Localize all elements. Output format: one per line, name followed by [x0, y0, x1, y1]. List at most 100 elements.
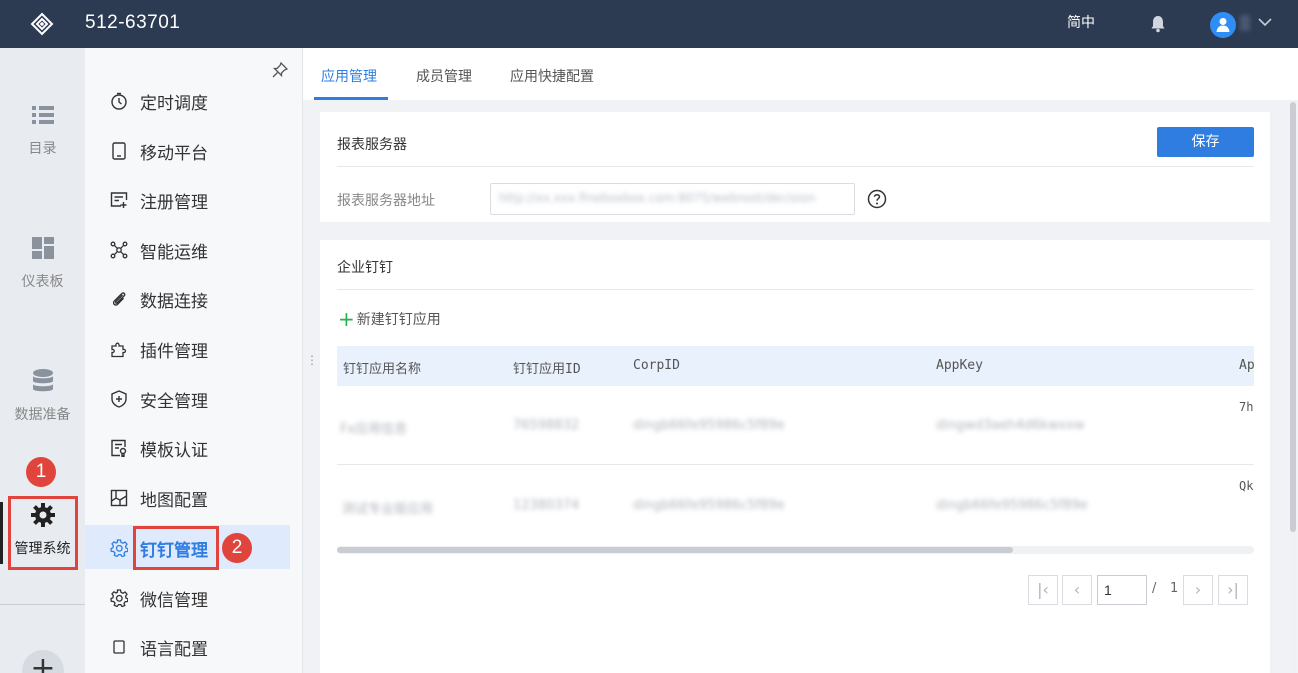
top-bar: 512-63701 简中	[0, 0, 1298, 48]
table-cell: Fx应用信息	[340, 422, 408, 437]
table-cell: 测试专业版应用	[342, 502, 434, 517]
table-cell: 12380374	[513, 498, 580, 513]
submenu-item-plugins[interactable]: 插件管理	[85, 326, 290, 370]
tab-app-shortcut-config[interactable]: 应用快捷配置	[510, 66, 594, 86]
submenu-item-schedule[interactable]: 定时调度	[85, 78, 290, 122]
rail-label-catalog: 目录	[28, 141, 57, 157]
table-cell: 7h	[1239, 400, 1254, 414]
table-cell: 76598832	[513, 418, 580, 433]
submenu-label: 模板认证	[140, 441, 208, 461]
language-switch[interactable]: 简中	[1067, 12, 1095, 32]
divider	[337, 166, 1254, 167]
submenu-item-template-cert[interactable]: 模板认证	[85, 425, 290, 469]
username-blurred	[1240, 15, 1250, 31]
register-icon	[110, 192, 128, 208]
submenu-label: 安全管理	[140, 392, 208, 412]
rail-label-data-prep: 数据准备	[14, 407, 71, 423]
tab-app-management[interactable]: 应用管理	[321, 66, 377, 86]
submenu-label: 定时调度	[140, 94, 208, 114]
timer-icon	[111, 92, 127, 110]
help-icon[interactable]	[867, 189, 887, 209]
list-icon	[31, 106, 54, 124]
logo-icon[interactable]	[30, 12, 54, 36]
active-tab-indicator	[314, 97, 388, 100]
rail-item-catalog[interactable]: 目录	[0, 102, 85, 158]
table-cell: dingwd3aeh4d6kwxxw	[936, 418, 1085, 433]
table-cell: dingb66fe95986c5f89e	[633, 498, 785, 513]
database-icon	[32, 369, 53, 392]
rail-item-data-prep[interactable]: 数据准备	[0, 368, 85, 424]
tablet-icon	[112, 142, 126, 160]
column-header: Ap	[1239, 358, 1255, 373]
table-cell: dingb66fe95986c5f89e	[633, 418, 785, 433]
submenu-item-language[interactable]: 语言配置	[85, 624, 290, 668]
column-header: 钉钉应用ID	[513, 362, 581, 377]
save-button[interactable]: 保存	[1157, 127, 1254, 157]
column-header: 钉钉应用名称	[343, 362, 422, 377]
table-cell: dingb66fe95986c5f89e	[936, 498, 1088, 513]
new-dingtalk-app-button[interactable]: + 新建钉钉应用	[338, 307, 441, 331]
network-icon	[110, 241, 128, 259]
submenu-label: 语言配置	[140, 640, 208, 660]
submenu-item-smart-ops[interactable]: 智能运维	[85, 227, 290, 271]
tab-member-management[interactable]: 成员管理	[416, 66, 472, 86]
bell-icon[interactable]	[1150, 15, 1166, 33]
annotation-box-admin	[8, 496, 78, 570]
square-icon	[113, 640, 125, 654]
vertical-scrollbar-thumb[interactable]	[1290, 102, 1296, 532]
rail-divider	[0, 604, 85, 605]
certificate-icon	[111, 439, 127, 457]
puzzle-icon	[111, 342, 127, 358]
page-separator: /	[1152, 581, 1157, 596]
prev-page-button[interactable]: ‹	[1062, 575, 1092, 605]
page-total: 1	[1170, 581, 1179, 596]
horizontal-scrollbar-thumb[interactable]	[337, 547, 1013, 553]
annotation-step-1: 1	[26, 457, 56, 487]
dashboard-icon	[31, 237, 54, 259]
row-divider	[337, 464, 1254, 465]
submenu-label: 移动平台	[140, 144, 208, 164]
table-cell: Qk	[1239, 479, 1254, 493]
page-number-input[interactable]: 1	[1097, 575, 1147, 605]
column-header: AppKey	[936, 358, 983, 373]
pin-icon[interactable]	[272, 62, 288, 78]
rail-active-indicator	[0, 502, 3, 564]
submenu-label: 智能运维	[140, 243, 208, 263]
server-section-title: 报表服务器	[337, 137, 407, 153]
chevron-down-icon[interactable]	[1258, 17, 1272, 27]
next-page-button[interactable]: ›	[1183, 575, 1213, 605]
last-page-button[interactable]: ›|	[1218, 575, 1248, 605]
submenu-item-wechat[interactable]: 微信管理	[85, 575, 290, 619]
app-title: 512-63701	[85, 12, 181, 33]
server-address-label: 报表服务器地址	[337, 193, 435, 209]
submenu-label: 地图配置	[140, 491, 208, 511]
user-icon	[1216, 18, 1230, 32]
dingtalk-section-title: 企业钉钉	[337, 260, 393, 276]
server-address-value: http://xx.xxx.fineboxbox.com:8075/webroo…	[499, 191, 816, 205]
plus-icon: +	[338, 307, 355, 331]
column-header: CorpID	[633, 358, 680, 373]
divider	[337, 289, 1254, 290]
submenu-item-data-connection[interactable]: 数据连接	[85, 276, 290, 320]
gear-outline-icon	[110, 589, 128, 607]
submenu-label: 插件管理	[140, 342, 208, 362]
submenu-label: 注册管理	[140, 193, 208, 213]
first-page-button[interactable]: |‹	[1028, 575, 1058, 605]
annotation-box-dingtalk	[133, 526, 219, 570]
submenu-item-mobile[interactable]: 移动平台	[85, 128, 290, 172]
paperclip-icon	[112, 292, 126, 306]
submenu-item-register[interactable]: 注册管理	[85, 177, 290, 221]
avatar[interactable]	[1210, 12, 1236, 38]
submenu-label: 数据连接	[140, 292, 208, 312]
rail-label-dashboard: 仪表板	[21, 274, 64, 290]
rail-item-dashboard[interactable]: 仪表板	[0, 235, 85, 291]
annotation-step-2: 2	[222, 533, 252, 563]
server-address-input[interactable]: http://xx.xxx.fineboxbox.com:8075/webroo…	[490, 183, 855, 215]
map-icon	[110, 489, 128, 507]
dingtalk-card	[320, 240, 1270, 673]
table-header	[337, 346, 1254, 386]
submenu-item-security[interactable]: 安全管理	[85, 376, 290, 420]
submenu-item-map[interactable]: 地图配置	[85, 475, 290, 519]
new-app-label: 新建钉钉应用	[356, 312, 441, 328]
submenu-label: 微信管理	[140, 591, 208, 611]
